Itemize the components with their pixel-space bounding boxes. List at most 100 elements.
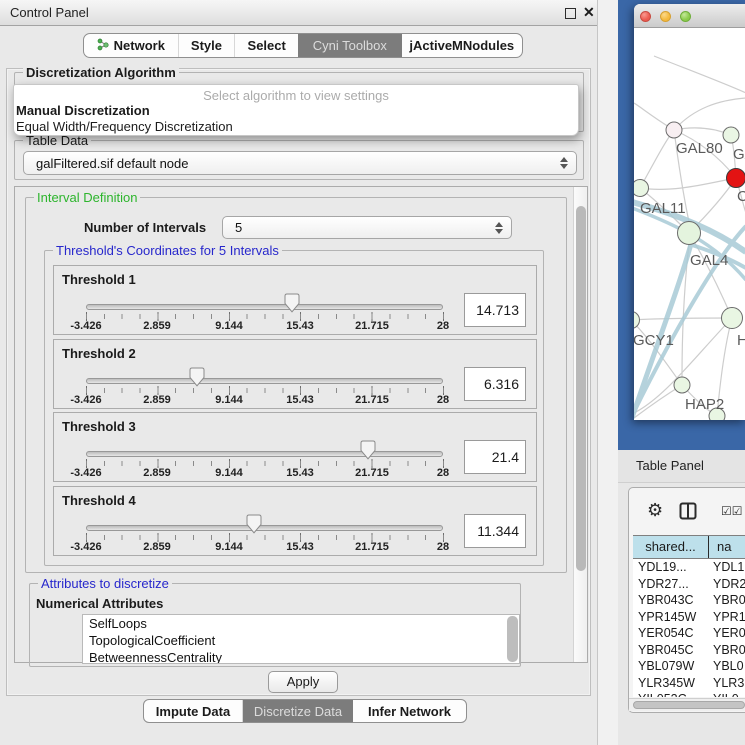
- threshold-4-slider-thumb[interactable]: [246, 514, 262, 534]
- node-gal4[interactable]: [678, 222, 701, 245]
- threshold-4-value-field[interactable]: 11.344: [464, 514, 526, 548]
- dropdown-item-equal-width-frequency[interactable]: Equal Width/Frequency Discretization: [16, 119, 233, 134]
- threshold-3-panel: Threshold 3 -3.426 2.859 9.144 15.43 21.…: [53, 412, 537, 482]
- threshold-2-value-field[interactable]: 6.316: [464, 367, 526, 401]
- table-panel-title: Table Panel: [636, 458, 704, 473]
- node-hap2[interactable]: [674, 377, 690, 393]
- node-gal80[interactable]: [666, 122, 682, 138]
- settings-scrollpane: Interval Definition Number of Intervals …: [14, 186, 588, 663]
- dropdown-placeholder-item[interactable]: Select algorithm to view settings: [14, 88, 578, 103]
- node[interactable]: [723, 127, 739, 143]
- dropdown-item-manual-discretization[interactable]: Manual Discretization: [16, 103, 150, 118]
- threshold-3-label: Threshold 3: [62, 419, 136, 434]
- tab-network[interactable]: Network: [84, 34, 179, 57]
- minimize-traffic-light-icon[interactable]: [660, 11, 671, 22]
- table-row[interactable]: YBR043C YBR0: [633, 592, 745, 609]
- threshold-2-slider-thumb[interactable]: [189, 367, 205, 387]
- threshold-4-label: Threshold 4: [62, 493, 136, 508]
- threshold-1-panel: Threshold 1 -3.426 2.859 9.144 15.43 21.…: [53, 265, 537, 335]
- table-rows: YDL19... YDL1 YDR27... YDR2 YBR043C YBR0…: [633, 559, 745, 697]
- svg-text:H: H: [737, 332, 745, 349]
- tab-impute-data[interactable]: Impute Data: [144, 700, 243, 722]
- scale-label: 15.43: [286, 394, 314, 406]
- close-traffic-light-icon[interactable]: [640, 11, 651, 22]
- table-row[interactable]: YBL079W YBL0: [633, 658, 745, 675]
- panel-title: Control Panel: [10, 5, 89, 20]
- list-scrollbar[interactable]: [507, 616, 518, 662]
- scale-label: 28: [437, 541, 449, 553]
- scale-label: 9.144: [215, 394, 243, 406]
- column-header-name[interactable]: na: [709, 536, 745, 558]
- combo-stepper-icon: [495, 222, 503, 234]
- tab-infer-network[interactable]: Infer Network: [353, 700, 466, 722]
- list-item[interactable]: BetweennessCentrality: [83, 649, 519, 664]
- threshold-1-slider-track[interactable]: [86, 304, 443, 310]
- select-all-checkboxes-icon[interactable]: ☑☑: [721, 504, 743, 518]
- scale-label: -3.426: [70, 541, 101, 553]
- close-icon[interactable]: ✕: [583, 4, 595, 21]
- table-header-row: shared... na: [633, 535, 745, 559]
- number-of-intervals-combobox[interactable]: 5: [222, 216, 512, 239]
- scale-label: 2.859: [143, 320, 171, 332]
- tab-discretize-data[interactable]: Discretize Data: [243, 700, 353, 722]
- scale-label: -3.426: [70, 467, 101, 479]
- scale-label: 2.859: [143, 394, 171, 406]
- horizontal-scrollbar-track[interactable]: [629, 698, 745, 711]
- table-row[interactable]: YPR145W YPR1: [633, 609, 745, 626]
- scale-label: 28: [437, 467, 449, 479]
- vertical-scrollbar-track[interactable]: [573, 187, 587, 662]
- node-gal11[interactable]: [634, 180, 649, 197]
- scale-label: 21.715: [355, 320, 389, 332]
- numerical-attributes-list[interactable]: SelfLoops TopologicalCoefficient Between…: [82, 614, 520, 664]
- gear-icon[interactable]: ⚙: [647, 500, 663, 521]
- float-window-icon[interactable]: [565, 8, 576, 19]
- horizontal-scrollbar-thumb[interactable]: [633, 701, 745, 709]
- vertical-scrollbar-thumb[interactable]: [576, 206, 586, 571]
- zoom-traffic-light-icon[interactable]: [680, 11, 691, 22]
- threshold-3-value-field[interactable]: 21.4: [464, 440, 526, 474]
- control-panel-titlebar: Control Panel ✕: [0, 0, 597, 26]
- tab-cyni-toolbox[interactable]: Cyni Toolbox: [298, 34, 402, 57]
- split-column-icon[interactable]: [679, 502, 697, 523]
- table-row[interactable]: YDR27... YDR2: [633, 576, 745, 593]
- threshold-1-slider-thumb[interactable]: [284, 293, 300, 313]
- network-canvas[interactable]: GAL80 GA GAL11 C GAL4 GCY1 H HAP2: [634, 28, 745, 420]
- apply-button[interactable]: Apply: [268, 671, 338, 693]
- panel-splitter[interactable]: [597, 0, 618, 745]
- interval-definition-title: Interval Definition: [34, 190, 140, 205]
- svg-text:GAL11: GAL11: [640, 200, 686, 217]
- list-item[interactable]: TopologicalCoefficient: [83, 632, 519, 649]
- threshold-3-slider-track[interactable]: [86, 451, 443, 457]
- threshold-4-slider-track[interactable]: [86, 525, 443, 531]
- scale-label: 28: [437, 320, 449, 332]
- scale-label: 9.144: [215, 467, 243, 479]
- threshold-1-value-field[interactable]: 14.713: [464, 293, 526, 327]
- scale-label: 21.715: [355, 541, 389, 553]
- combo-stepper-icon: [560, 157, 568, 169]
- node-gcy1[interactable]: [634, 312, 640, 329]
- slider-minor-ticks: [86, 388, 444, 393]
- scale-label: 2.859: [143, 467, 171, 479]
- table-row[interactable]: YLR345W YLR3: [633, 675, 745, 692]
- network-window[interactable]: GAL80 GA GAL11 C GAL4 GCY1 H HAP2: [634, 4, 745, 420]
- table-row[interactable]: YIL052C YIL0: [633, 691, 745, 697]
- scale-label: 15.43: [286, 467, 314, 479]
- table-row[interactable]: YER054C YER0: [633, 625, 745, 642]
- tab-jactivemnodules[interactable]: jActiveMNodules: [402, 34, 522, 57]
- threshold-2-slider-track[interactable]: [86, 378, 443, 384]
- node[interactable]: [722, 308, 743, 329]
- table-data-combobox[interactable]: galFiltered.sif default node: [23, 151, 577, 175]
- tab-select[interactable]: Select: [235, 34, 298, 57]
- node-selected-red[interactable]: [727, 169, 745, 188]
- table-row[interactable]: YBR045C YBR0: [633, 642, 745, 659]
- tab-style[interactable]: Style: [179, 34, 236, 57]
- scale-label: 9.144: [215, 320, 243, 332]
- list-item[interactable]: SelfLoops: [83, 615, 519, 632]
- threshold-1-label: Threshold 1: [62, 272, 136, 287]
- table-row[interactable]: YDL19... YDL1: [633, 559, 745, 576]
- network-window-titlebar[interactable]: [634, 4, 745, 28]
- column-header-shared-name[interactable]: shared...: [633, 536, 709, 558]
- attributes-group: Attributes to discretize Numerical Attri…: [29, 583, 521, 667]
- network-graph[interactable]: GAL80 GA GAL11 C GAL4 GCY1 H HAP2: [634, 28, 745, 420]
- threshold-3-slider-thumb[interactable]: [360, 440, 376, 460]
